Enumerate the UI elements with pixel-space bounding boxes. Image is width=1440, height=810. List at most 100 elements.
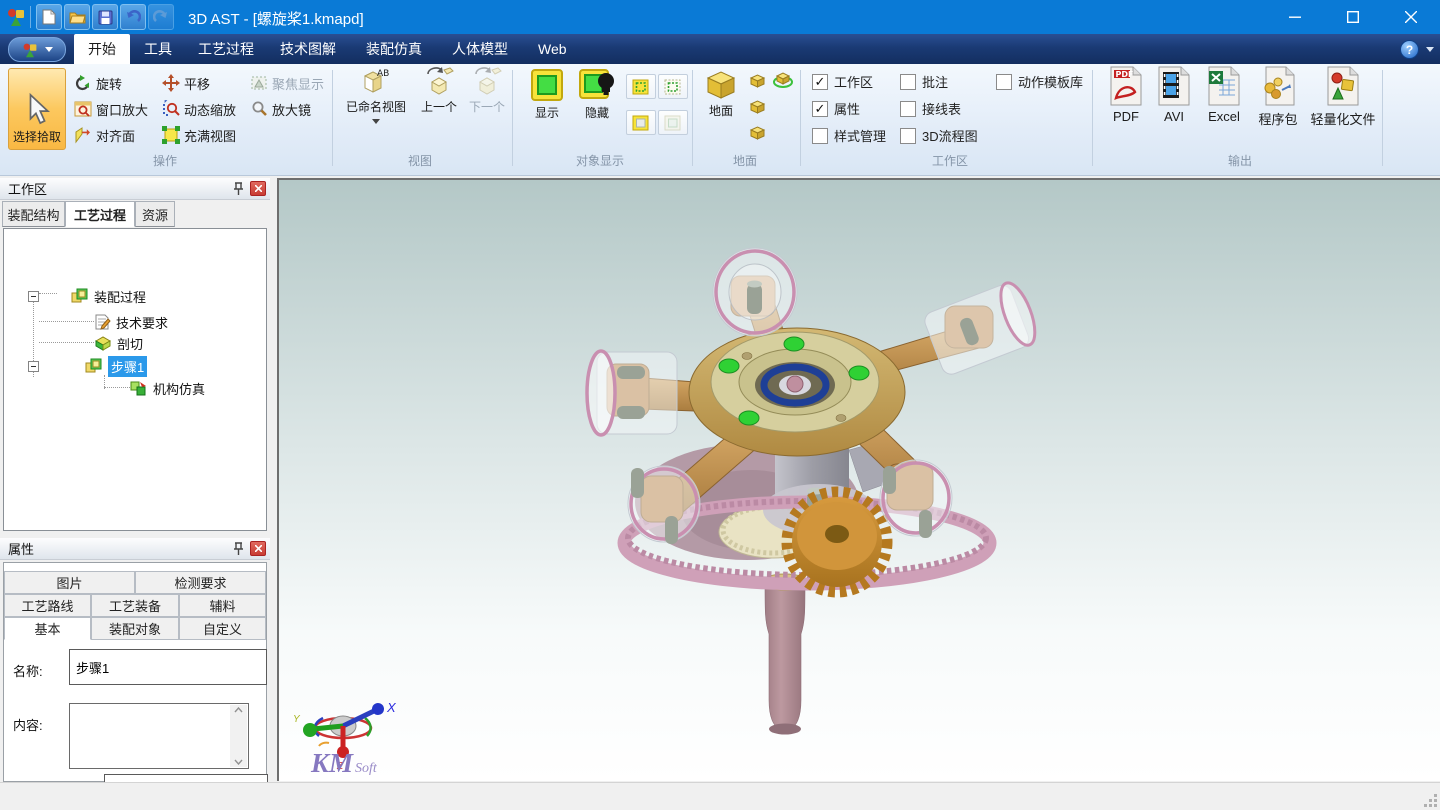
checkbox-style-manager[interactable]: 样式管理 xyxy=(812,126,886,145)
hide-all-button[interactable] xyxy=(658,110,688,135)
open-file-button[interactable] xyxy=(64,4,90,30)
workspace-panel-close-button[interactable] xyxy=(250,181,266,196)
collapse-icon[interactable] xyxy=(28,291,39,302)
tab-basic[interactable]: 基本 xyxy=(4,617,91,640)
pan-button[interactable]: 平移 xyxy=(162,72,210,94)
tab-resources[interactable]: 资源 xyxy=(135,201,175,227)
dynamic-zoom-button[interactable]: 动态缩放 xyxy=(162,98,236,120)
align-face-button[interactable]: 对齐面 xyxy=(74,124,135,146)
ground-button[interactable]: 地面 xyxy=(698,68,744,119)
ribbon-tab-band: 开始 工具 工艺过程 技术图解 装配仿真 人体模型 Web ? xyxy=(0,34,1440,64)
undo-button[interactable] xyxy=(120,4,146,30)
redo-icon xyxy=(153,10,169,24)
tab-home[interactable]: 开始 xyxy=(74,34,130,64)
export-lightweight-button[interactable]: 轻量化文件 xyxy=(1308,66,1378,128)
show-selected-button[interactable] xyxy=(626,74,656,99)
checkbox-annotation[interactable]: 批注 xyxy=(900,72,948,91)
checkbox-3d-flowchart[interactable]: 3D流程图 xyxy=(900,126,978,145)
minimize-button[interactable] xyxy=(1266,0,1324,34)
tab-assembly-structure[interactable]: 装配结构 xyxy=(2,201,65,227)
tab-custom[interactable]: 自定义 xyxy=(179,617,266,640)
resize-grip[interactable] xyxy=(1424,794,1438,808)
magnifier-button[interactable]: 放大镜 xyxy=(250,98,311,120)
cube-ring-icon xyxy=(772,70,794,89)
save-button[interactable] xyxy=(92,4,118,30)
tab-process-route[interactable]: 工艺路线 xyxy=(4,594,91,617)
focus-display-button[interactable]: 聚焦显示 xyxy=(250,72,324,94)
hide-button[interactable]: 隐藏 xyxy=(574,68,620,121)
ground-ring-button[interactable] xyxy=(772,70,794,94)
tab-inspection-req[interactable]: 检测要求 xyxy=(135,571,266,594)
maximize-button[interactable] xyxy=(1324,0,1382,34)
close-button[interactable] xyxy=(1382,0,1440,34)
tab-process[interactable]: 工艺过程 xyxy=(184,34,268,64)
show-all-button[interactable] xyxy=(658,74,688,99)
hide-selected-button[interactable] xyxy=(626,110,656,135)
window-zoom-button[interactable]: 窗口放大 xyxy=(74,98,148,120)
tab-process-equipment[interactable]: 工艺装备 xyxy=(91,594,179,617)
scroll-down-icon[interactable] xyxy=(234,759,243,765)
next-view-button[interactable]: 下一个 xyxy=(464,66,510,115)
checkbox-workspace[interactable]: ✓ 工作区 xyxy=(812,72,873,91)
tab-web[interactable]: Web xyxy=(524,34,581,64)
small-cube-icon xyxy=(748,124,767,141)
named-view-button[interactable]: AB 已命名视图 xyxy=(338,66,414,124)
select-pick-button[interactable]: 选择拾取 xyxy=(8,68,66,150)
application-menu-button[interactable] xyxy=(8,37,66,62)
ground-small-button[interactable] xyxy=(748,72,767,94)
tree-node-tech-requirements[interactable]: 技术要求 xyxy=(94,313,168,331)
checkbox-mark xyxy=(900,101,916,117)
tab-process-tree[interactable]: 工艺过程 xyxy=(65,201,135,227)
group-label-output: 输出 xyxy=(1180,152,1300,169)
ground-medium-button[interactable] xyxy=(748,98,767,120)
checkbox-properties[interactable]: ✓ 属性 xyxy=(812,99,860,118)
name-input[interactable] xyxy=(69,649,267,685)
properties-panel-close-button[interactable] xyxy=(250,541,266,556)
tree-node-mechanism-sim[interactable]: 机构仿真 xyxy=(130,379,205,397)
content-scrollbar[interactable] xyxy=(230,705,247,767)
new-file-button[interactable] xyxy=(36,4,62,30)
pin-icon[interactable] xyxy=(233,542,244,556)
panel-splitter[interactable] xyxy=(270,178,277,782)
tab-tech-diagram[interactable]: 技术图解 xyxy=(266,34,350,64)
tabband-overflow-caret-icon[interactable] xyxy=(1426,47,1434,52)
close-icon xyxy=(255,545,262,552)
next-view-icon xyxy=(472,66,502,96)
export-avi-button[interactable]: AVI xyxy=(1152,66,1196,124)
tab-assembly-sim[interactable]: 装配仿真 xyxy=(352,34,436,64)
process-tree: 装配过程 技术要求 剖切 步骤1 机构仿真 xyxy=(3,228,267,531)
rotate-button[interactable]: 旋转 xyxy=(74,72,122,94)
ground-large-button[interactable] xyxy=(748,124,767,146)
open-folder-icon xyxy=(69,10,86,24)
show-button[interactable]: 显示 xyxy=(524,68,570,121)
export-pdf-button[interactable]: PDF PDF xyxy=(1104,66,1148,124)
pin-icon[interactable] xyxy=(233,182,244,196)
tab-human-model[interactable]: 人体模型 xyxy=(438,34,522,64)
redo-button[interactable] xyxy=(148,4,174,30)
content-textarea[interactable] xyxy=(69,703,249,769)
checkbox-mark: ✓ xyxy=(812,101,828,117)
fit-view-button[interactable]: 充满视图 xyxy=(162,124,236,146)
tab-auxiliary-material[interactable]: 辅料 xyxy=(179,594,266,617)
3d-viewport[interactable]: X Y Z KM Soft xyxy=(277,178,1440,781)
tab-assembly-object[interactable]: 装配对象 xyxy=(91,617,179,640)
svg-text:AB: AB xyxy=(377,69,389,79)
collapse-icon[interactable] xyxy=(28,361,39,372)
fit-view-icon xyxy=(162,126,180,144)
avi-file-icon xyxy=(1157,66,1191,106)
checkbox-wiring-table[interactable]: 接线表 xyxy=(900,99,961,118)
previous-view-button[interactable]: 上一个 xyxy=(416,66,462,115)
tree-node-step1[interactable]: 步骤1 xyxy=(28,357,147,375)
tree-node-assembly-process[interactable]: 装配过程 xyxy=(28,287,146,305)
cursor-arrow-icon xyxy=(24,92,50,126)
glass-cylinder-upper-right xyxy=(922,279,1042,378)
export-excel-button[interactable]: Excel xyxy=(1200,66,1248,124)
scroll-up-icon[interactable] xyxy=(234,707,243,713)
app-logo-icon xyxy=(6,7,26,32)
help-button[interactable]: ? xyxy=(1400,40,1419,59)
export-package-button[interactable]: 程序包 xyxy=(1252,66,1304,128)
checkbox-action-template-lib[interactable]: 动作模板库 xyxy=(996,72,1083,91)
tree-node-section[interactable]: 剖切 xyxy=(94,334,143,352)
tab-picture[interactable]: 图片 xyxy=(4,571,135,594)
tab-tools[interactable]: 工具 xyxy=(130,34,186,64)
